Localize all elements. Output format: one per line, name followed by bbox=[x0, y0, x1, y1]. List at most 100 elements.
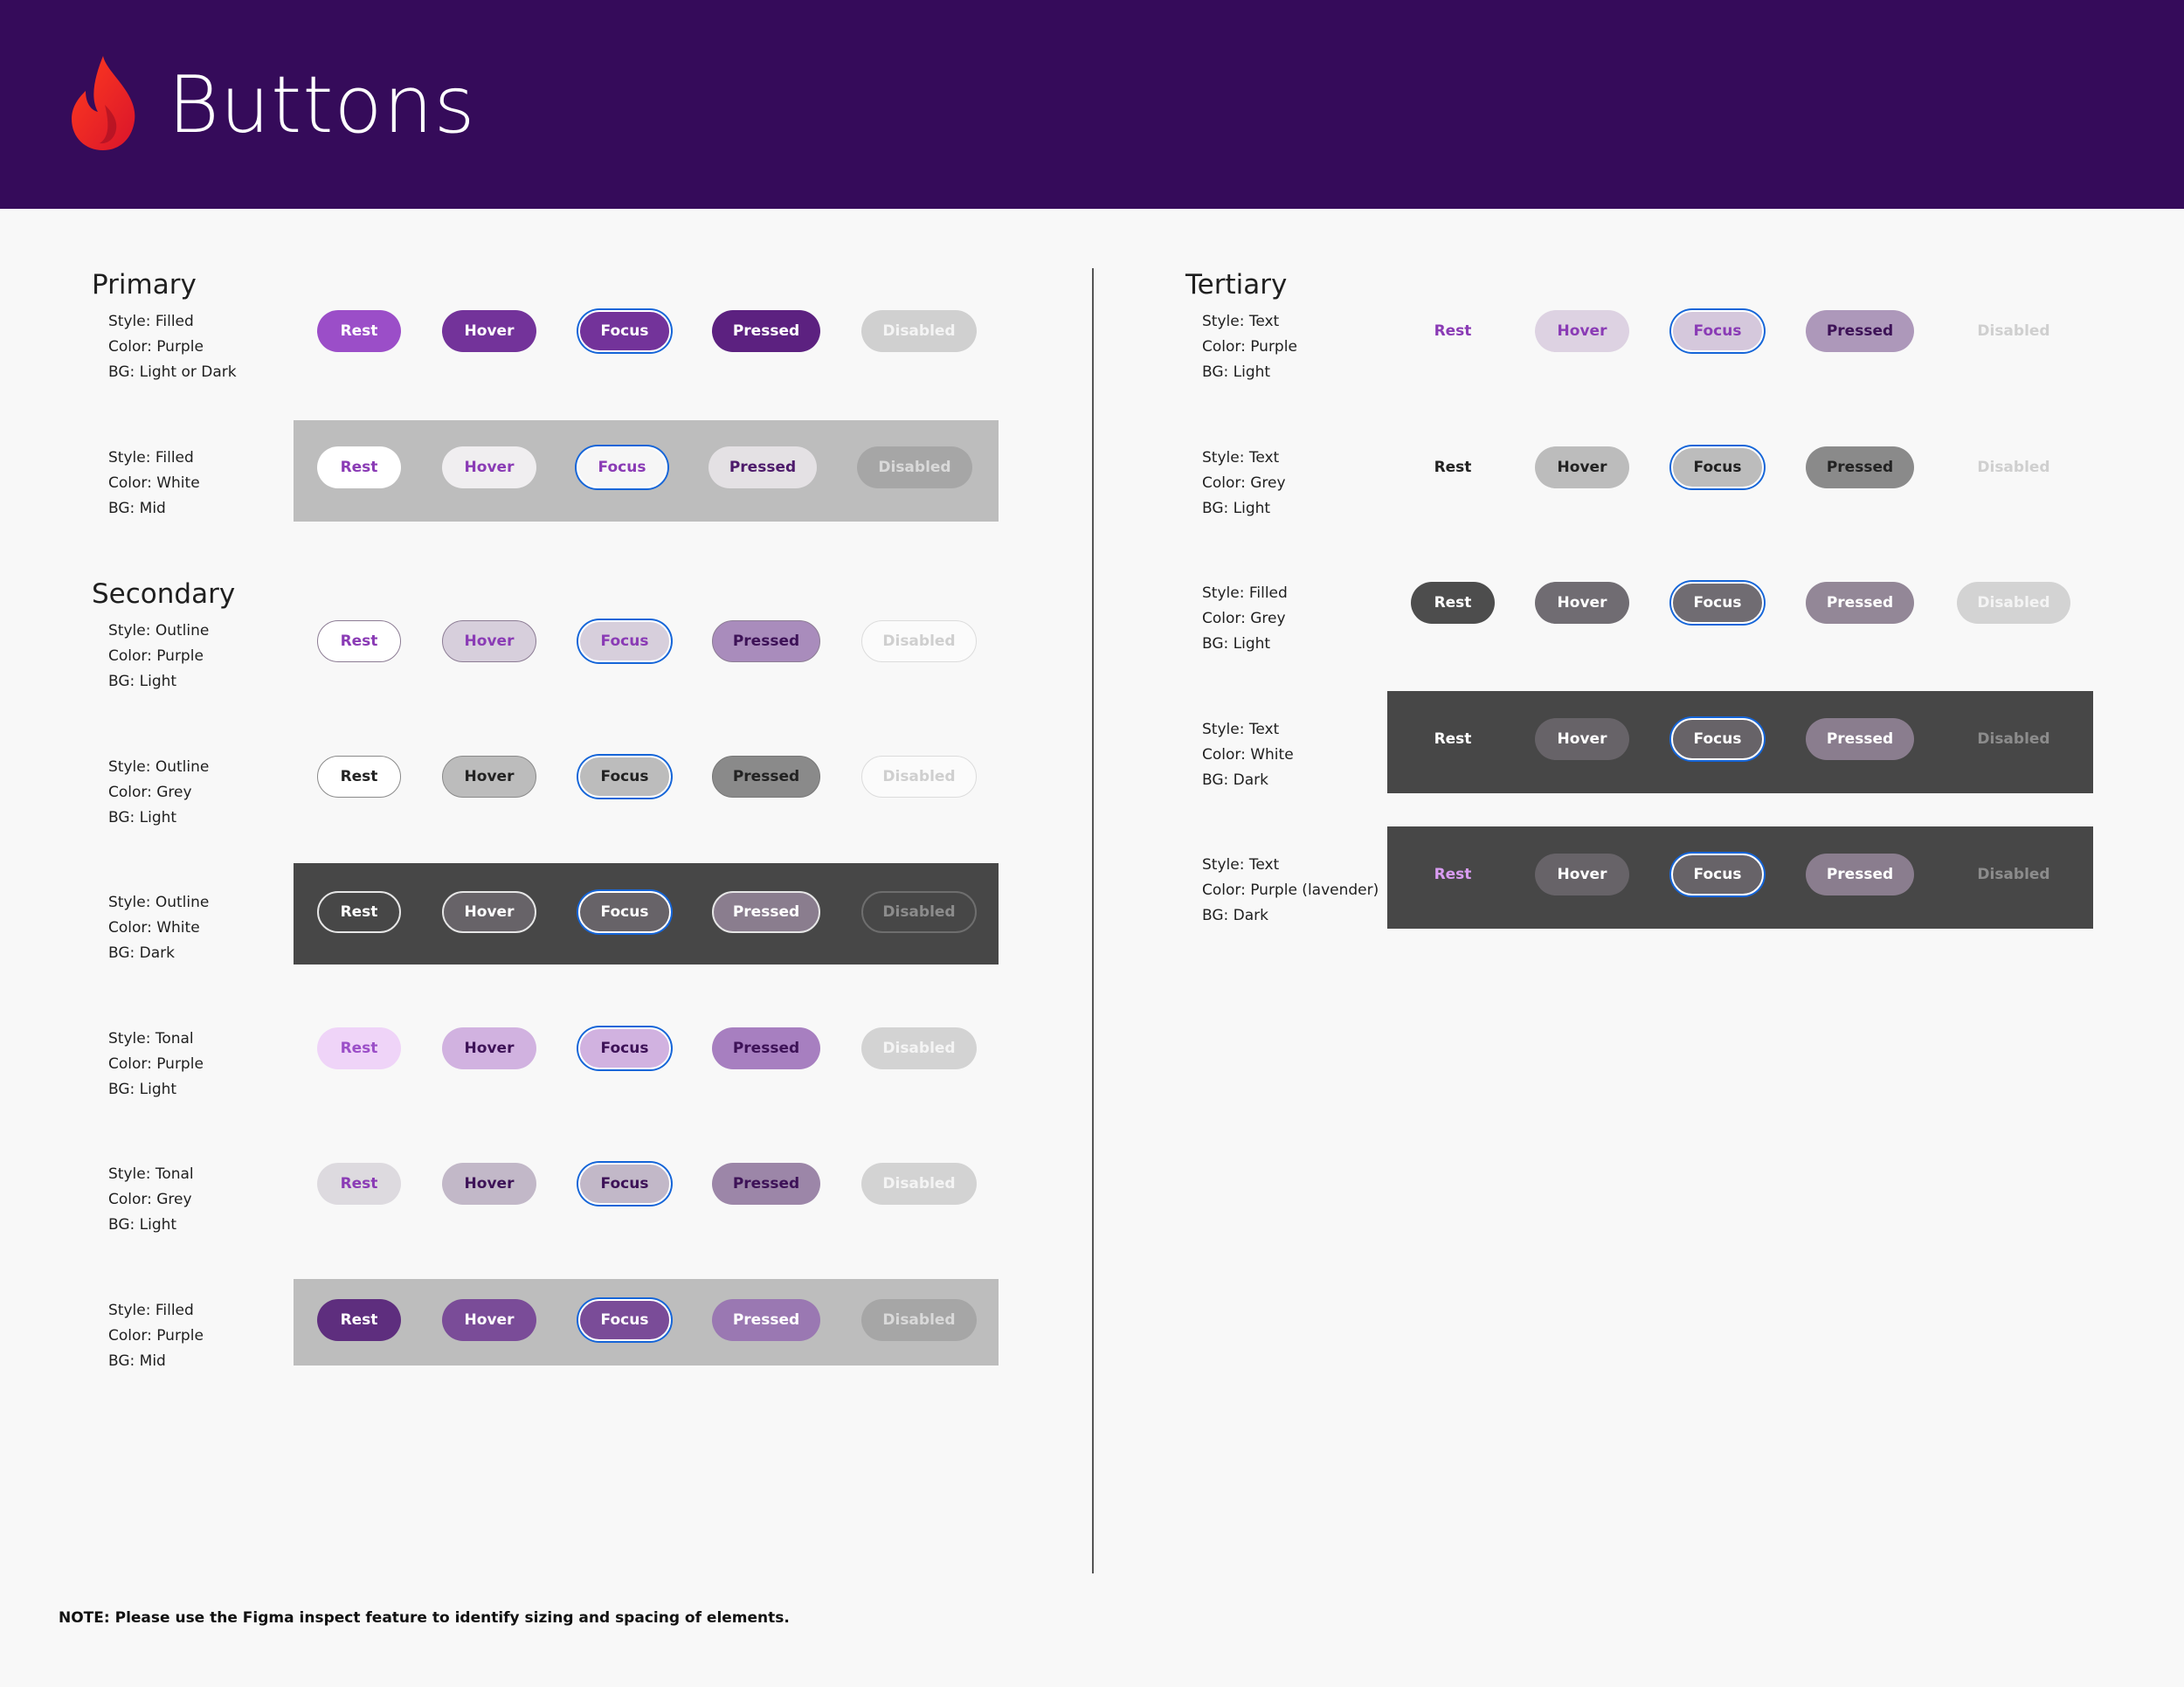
tertiary-text-lavender-hover-button[interactable]: Hover bbox=[1535, 854, 1629, 895]
tertiary-text-purple-disabled-button[interactable]: Disabled bbox=[1957, 310, 2070, 352]
description-line: BG: Light bbox=[108, 673, 177, 690]
description-line: Color: Purple bbox=[108, 1055, 204, 1073]
description-line: Style: Text bbox=[1202, 721, 1280, 738]
secondary-outline-grey-hover-button[interactable]: Hover bbox=[442, 756, 536, 798]
tertiary-text-purple-focus-button[interactable]: Focus bbox=[1671, 310, 1764, 352]
tertiary-filled-grey-focus-button[interactable]: Focus bbox=[1671, 582, 1764, 624]
description-line: BG: Dark bbox=[1202, 907, 1269, 924]
page-header: Buttons bbox=[0, 0, 2184, 209]
secondary-tonal-grey-pressed-button[interactable]: Pressed bbox=[712, 1163, 820, 1205]
description-line: Color: Grey bbox=[108, 1191, 192, 1208]
secondary-tonal-purple-focus-button[interactable]: Focus bbox=[578, 1027, 671, 1069]
tertiary-text-white-disabled-button[interactable]: Disabled bbox=[1957, 718, 2070, 760]
tertiary-filled-grey-disabled-button[interactable]: Disabled bbox=[1957, 582, 2070, 624]
description-line: BG: Light bbox=[108, 1216, 177, 1234]
secondary-tonal-purple-pressed-button[interactable]: Pressed bbox=[712, 1027, 820, 1069]
description-line: BG: Light or Dark bbox=[108, 363, 237, 381]
description-line: Color: Grey bbox=[1202, 474, 1286, 492]
secondary-tonal-purple-disabled-button[interactable]: Disabled bbox=[861, 1027, 977, 1069]
primary-filled-white-rest-button[interactable]: Rest bbox=[317, 446, 401, 488]
row-description: Style: Filled Color: Purple BG: Mid bbox=[108, 1298, 204, 1374]
primary-filled-purple-hover-button[interactable]: Hover bbox=[442, 310, 536, 352]
footer-note: NOTE: Please use the Figma inspect featu… bbox=[59, 1609, 790, 1627]
secondary-outline-grey-disabled-button[interactable]: Disabled bbox=[861, 756, 977, 798]
description-line: Color: Purple bbox=[108, 647, 204, 665]
tertiary-filled-grey-rest-button[interactable]: Rest bbox=[1411, 582, 1495, 624]
row-description: Style: Outline Color: Purple BG: Light bbox=[108, 619, 209, 695]
secondary-tonal-grey-focus-button[interactable]: Focus bbox=[578, 1163, 671, 1205]
tertiary-text-grey-pressed-button[interactable]: Pressed bbox=[1806, 446, 1914, 488]
page-title: Buttons bbox=[168, 59, 476, 151]
tertiary-text-white-pressed-button[interactable]: Pressed bbox=[1806, 718, 1914, 760]
description-line: BG: Mid bbox=[108, 500, 166, 517]
tertiary-text-lavender-pressed-button[interactable]: Pressed bbox=[1806, 854, 1914, 895]
secondary-outline-white-focus-button[interactable]: Focus bbox=[578, 891, 671, 933]
secondary-outline-purple-disabled-button[interactable]: Disabled bbox=[861, 620, 977, 662]
secondary-tonal-grey-rest-button[interactable]: Rest bbox=[317, 1163, 401, 1205]
description-line: Style: Text bbox=[1202, 313, 1280, 330]
description-line: Style: Text bbox=[1202, 856, 1280, 874]
tertiary-text-purple-hover-button[interactable]: Hover bbox=[1535, 310, 1629, 352]
description-line: Style: Outline bbox=[108, 894, 210, 911]
secondary-outline-white-pressed-button[interactable]: Pressed bbox=[712, 891, 820, 933]
row-description: Style: Text Color: Grey BG: Light bbox=[1202, 446, 1286, 522]
secondary-outline-purple-hover-button[interactable]: Hover bbox=[442, 620, 536, 662]
tertiary-text-grey-focus-button[interactable]: Focus bbox=[1671, 446, 1764, 488]
primary-filled-purple-focus-button[interactable]: Focus bbox=[578, 310, 671, 352]
tertiary-text-grey-disabled-button[interactable]: Disabled bbox=[1957, 446, 2070, 488]
row-description: Style: Text Color: White BG: Dark bbox=[1202, 717, 1294, 793]
secondary-outline-grey-focus-button[interactable]: Focus bbox=[578, 756, 671, 798]
row-description: Style: Tonal Color: Purple BG: Light bbox=[108, 1027, 204, 1103]
tertiary-text-purple-pressed-button[interactable]: Pressed bbox=[1806, 310, 1914, 352]
tertiary-text-white-rest-button[interactable]: Rest bbox=[1411, 718, 1495, 760]
description-line: Color: Purple bbox=[108, 338, 204, 356]
tertiary-text-lavender-rest-button[interactable]: Rest bbox=[1411, 854, 1495, 895]
tertiary-text-lavender-focus-button[interactable]: Focus bbox=[1671, 854, 1764, 895]
description-line: Color: White bbox=[108, 474, 200, 492]
secondary-tonal-purple-rest-button[interactable]: Rest bbox=[317, 1027, 401, 1069]
description-line: Style: Filled bbox=[108, 449, 194, 467]
secondary-tonal-grey-hover-button[interactable]: Hover bbox=[442, 1163, 536, 1205]
secondary-outline-purple-focus-button[interactable]: Focus bbox=[578, 620, 671, 662]
secondary-filled-purple-mid-disabled-button[interactable]: Disabled bbox=[861, 1299, 977, 1341]
secondary-filled-purple-mid-rest-button[interactable]: Rest bbox=[317, 1299, 401, 1341]
primary-filled-white-pressed-button[interactable]: Pressed bbox=[708, 446, 817, 488]
description-line: Style: Outline bbox=[108, 622, 210, 640]
tertiary-filled-grey-pressed-button[interactable]: Pressed bbox=[1806, 582, 1914, 624]
section-title-secondary: Secondary bbox=[92, 578, 236, 610]
secondary-outline-white-rest-button[interactable]: Rest bbox=[317, 891, 401, 933]
tertiary-text-white-focus-button[interactable]: Focus bbox=[1671, 718, 1764, 760]
description-line: Color: Purple bbox=[108, 1327, 204, 1345]
secondary-filled-purple-mid-pressed-button[interactable]: Pressed bbox=[712, 1299, 820, 1341]
secondary-outline-grey-pressed-button[interactable]: Pressed bbox=[712, 756, 820, 798]
description-line: Style: Filled bbox=[1202, 584, 1288, 602]
row-description: Style: Outline Color: Grey BG: Light bbox=[108, 755, 209, 831]
description-line: Color: Purple bbox=[1202, 338, 1297, 356]
primary-filled-purple-pressed-button[interactable]: Pressed bbox=[712, 310, 820, 352]
secondary-outline-white-disabled-button[interactable]: Disabled bbox=[861, 891, 977, 933]
primary-filled-purple-rest-button[interactable]: Rest bbox=[317, 310, 401, 352]
description-line: BG: Light bbox=[1202, 635, 1271, 653]
secondary-outline-purple-rest-button[interactable]: Rest bbox=[317, 620, 401, 662]
description-line: Style: Outline bbox=[108, 758, 210, 776]
description-line: Style: Tonal bbox=[108, 1165, 194, 1183]
tertiary-text-lavender-disabled-button[interactable]: Disabled bbox=[1957, 854, 2070, 895]
tertiary-filled-grey-hover-button[interactable]: Hover bbox=[1535, 582, 1629, 624]
primary-filled-purple-disabled-button[interactable]: Disabled bbox=[861, 310, 977, 352]
secondary-filled-purple-mid-focus-button[interactable]: Focus bbox=[578, 1299, 671, 1341]
secondary-tonal-grey-disabled-button[interactable]: Disabled bbox=[861, 1163, 977, 1205]
tertiary-text-grey-hover-button[interactable]: Hover bbox=[1535, 446, 1629, 488]
description-line: Style: Text bbox=[1202, 449, 1280, 467]
secondary-tonal-purple-hover-button[interactable]: Hover bbox=[442, 1027, 536, 1069]
tertiary-text-purple-rest-button[interactable]: Rest bbox=[1411, 310, 1495, 352]
primary-filled-white-focus-button[interactable]: Focus bbox=[577, 446, 667, 488]
secondary-outline-white-hover-button[interactable]: Hover bbox=[442, 891, 536, 933]
secondary-outline-purple-pressed-button[interactable]: Pressed bbox=[712, 620, 820, 662]
secondary-outline-grey-rest-button[interactable]: Rest bbox=[317, 756, 401, 798]
tertiary-text-grey-rest-button[interactable]: Rest bbox=[1411, 446, 1495, 488]
primary-filled-white-disabled-button[interactable]: Disabled bbox=[857, 446, 972, 488]
description-line: Style: Filled bbox=[108, 313, 194, 330]
primary-filled-white-hover-button[interactable]: Hover bbox=[442, 446, 536, 488]
tertiary-text-white-hover-button[interactable]: Hover bbox=[1535, 718, 1629, 760]
secondary-filled-purple-mid-hover-button[interactable]: Hover bbox=[442, 1299, 536, 1341]
